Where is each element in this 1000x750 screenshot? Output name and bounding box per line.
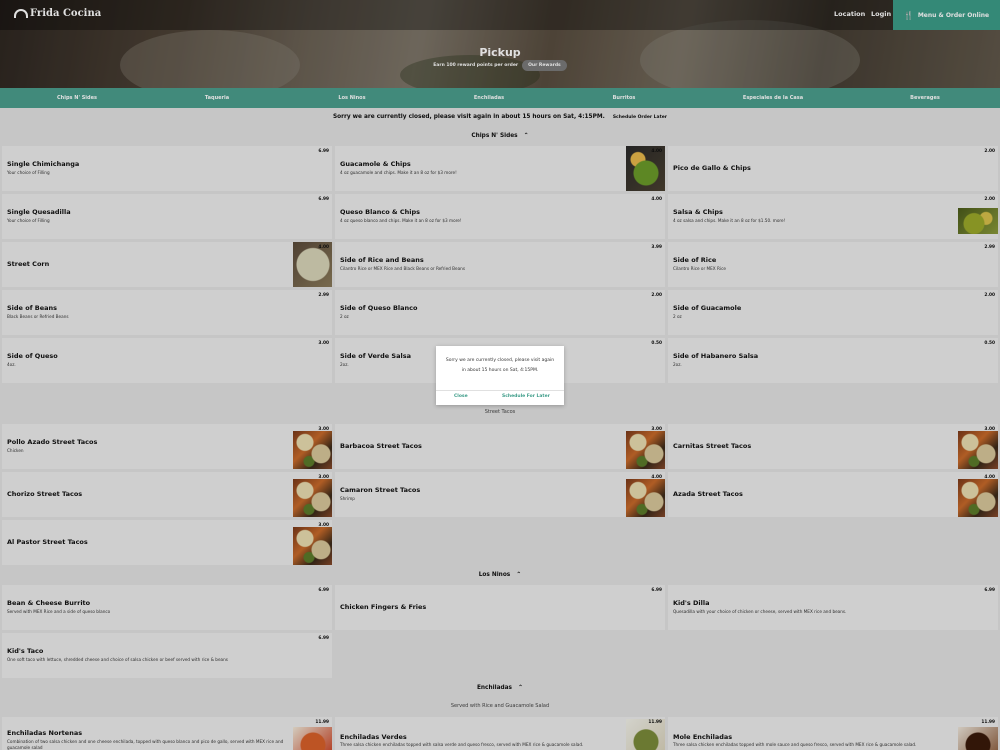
closed-dialog: Sorry we are currently closed, please vi…: [436, 346, 564, 405]
dialog-message: Sorry we are currently closed, please vi…: [445, 358, 555, 373]
close-button[interactable]: Close: [454, 394, 468, 399]
dialog-divider: [436, 390, 564, 391]
schedule-for-later-button[interactable]: Schedule For Later: [502, 394, 550, 399]
